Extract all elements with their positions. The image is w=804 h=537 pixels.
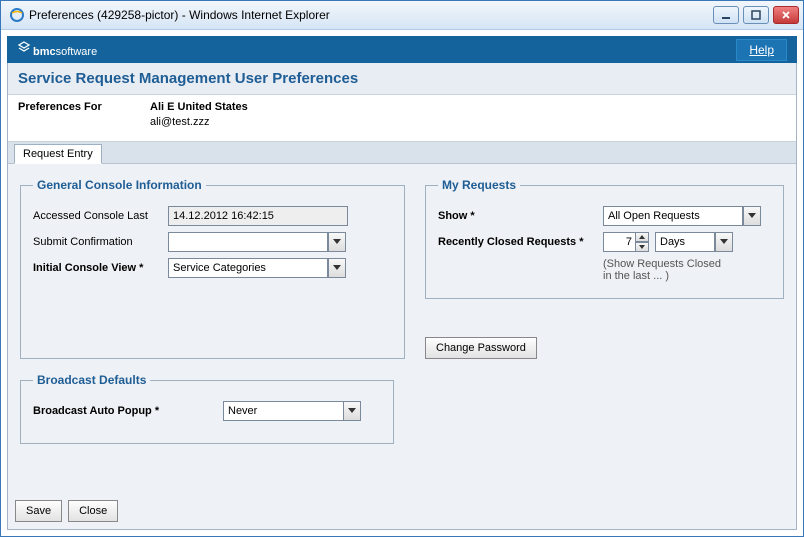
initial-console-view-dropdown[interactable] [328,258,346,278]
recently-closed-spinner[interactable] [603,232,649,252]
submit-confirmation-label: Submit Confirmation [33,236,168,248]
recently-closed-down[interactable] [635,242,649,252]
recently-closed-unit[interactable] [655,232,715,252]
gci-legend: General Console Information [33,178,206,192]
save-button[interactable]: Save [15,500,62,522]
broadcast-auto-popup-label: Broadcast Auto Popup * [33,405,223,417]
help-button[interactable]: Help [736,39,787,61]
tab-row: Request Entry [8,142,796,164]
recently-closed-hint: (Show Requests Closed in the last ... ) [603,258,771,282]
minimize-button[interactable] [713,6,739,24]
action-bar: Save Close [15,500,118,522]
window: Preferences (429258-pictor) - Windows In… [0,0,804,537]
tab-request-entry[interactable]: Request Entry [14,144,102,164]
submit-confirmation-input[interactable] [168,232,328,252]
broadcast-legend: Broadcast Defaults [33,373,150,387]
preferences-for-label: Preferences For [18,101,150,113]
show-dropdown[interactable] [743,206,761,226]
preferences-for-email: ali@test.zzz [150,116,209,128]
bmc-logo-icon [17,41,31,58]
show-label: Show * [438,210,603,222]
recently-closed-unit-dropdown[interactable] [715,232,733,252]
window-title: Preferences (429258-pictor) - Windows In… [29,8,709,22]
accessed-console-last-value: 14.12.2012 16:42:15 [168,206,348,226]
my-requests: My Requests Show * Recently Closed Reque… [425,178,784,299]
preferences-for-name: Ali E United States [150,101,248,113]
maximize-button[interactable] [743,6,769,24]
initial-console-view-label: Initial Console View * [33,262,168,274]
close-button[interactable]: Close [68,500,118,522]
broadcast-auto-popup-dropdown[interactable] [343,401,361,421]
change-password-button[interactable]: Change Password [425,337,537,359]
bmc-bar: bmcsoftware Help [7,36,797,63]
brand-label: bmcsoftware [33,42,97,58]
client-area: bmcsoftware Help Service Request Managem… [1,30,803,536]
recently-closed-up[interactable] [635,232,649,242]
recently-closed-value[interactable] [603,232,635,252]
my-requests-legend: My Requests [438,178,520,192]
ie-icon [9,7,25,23]
tab-content: General Console Information Accessed Con… [8,164,796,458]
titlebar: Preferences (429258-pictor) - Windows In… [1,1,803,30]
accessed-console-last-label: Accessed Console Last [33,210,168,222]
show-input[interactable] [603,206,743,226]
submit-confirmation-dropdown[interactable] [328,232,346,252]
page-title: Service Request Management User Preferen… [8,63,796,95]
general-console-information: General Console Information Accessed Con… [20,178,405,359]
initial-console-view-input[interactable] [168,258,328,278]
broadcast-defaults: Broadcast Defaults Broadcast Auto Popup … [20,373,394,444]
recently-closed-label: Recently Closed Requests * [438,236,603,248]
preferences-for: Preferences For Ali E United States ali@… [8,95,796,142]
broadcast-auto-popup-input[interactable] [223,401,343,421]
close-window-button[interactable] [773,6,799,24]
main-panel: Service Request Management User Preferen… [7,63,797,530]
